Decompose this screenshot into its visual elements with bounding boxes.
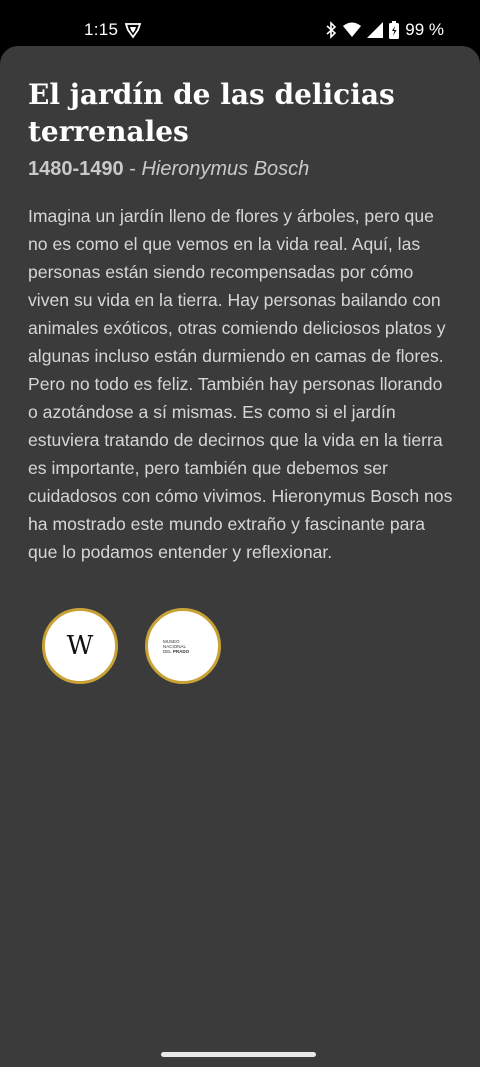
artwork-title: El jardín de las delicias terrenales — [28, 78, 395, 148]
prado-logo-line1: MUSEO NACIONAL — [163, 638, 187, 649]
artwork-subtitle: 1480-1490 - Hieronymus Bosch — [28, 158, 309, 181]
home-indicator[interactable] — [161, 1052, 316, 1057]
artwork-description: Imagina un jardín lleno de flores y árbo… — [28, 206, 453, 562]
status-time: 1:15 — [84, 20, 119, 39]
cell-signal-icon — [367, 22, 384, 38]
prado-logo-strong: PRADO — [172, 648, 190, 654]
subtitle-separator: - — [123, 158, 142, 180]
bluetooth-icon — [325, 21, 337, 39]
prado-logo-line2: DEL PRADO — [163, 649, 203, 654]
museo-prado-button[interactable]: MUSEO NACIONAL DEL PRADO — [145, 608, 221, 684]
artwork-years: 1480-1490 — [28, 158, 124, 180]
wikipedia-button[interactable]: W — [42, 608, 118, 684]
artwork-sheet: El jardín de las delicias terrenales 148… — [0, 46, 480, 1067]
battery-icon — [389, 21, 400, 39]
artwork-artist: Hieronymus Bosch — [141, 158, 310, 180]
museo-prado-logo-icon: MUSEO NACIONAL DEL PRADO — [163, 639, 203, 654]
shield-icon — [124, 21, 142, 39]
wifi-icon — [343, 22, 362, 38]
battery-percent: 99 % — [405, 20, 444, 39]
status-icons: 99 % — [325, 20, 444, 40]
wikipedia-logo-icon: W — [66, 631, 94, 661]
prado-logo-prefix: DEL — [163, 648, 173, 654]
status-bar: 1:15 99 % — [0, 0, 480, 46]
